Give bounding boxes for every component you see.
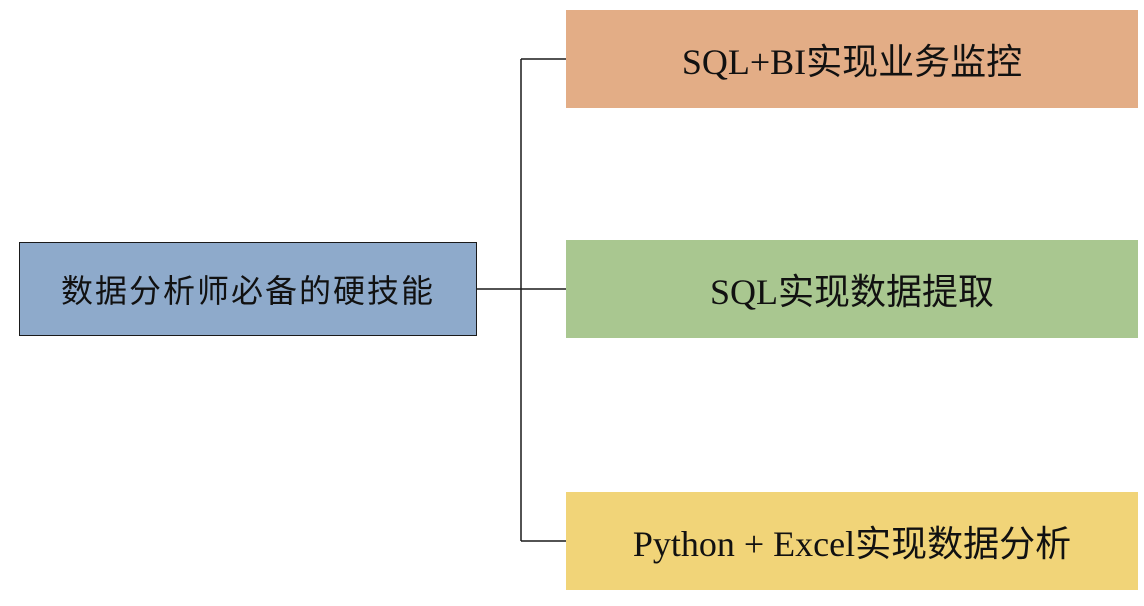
mindmap-canvas: 数据分析师必备的硬技能 SQL+BI实现业务监控 SQL实现数据提取 Pytho… — [0, 0, 1144, 606]
child-node-data-extraction: SQL实现数据提取 — [566, 240, 1138, 338]
child-node-data-analysis: Python + Excel实现数据分析 — [566, 492, 1138, 590]
root-node: 数据分析师必备的硬技能 — [19, 242, 477, 336]
child-node-bi-monitoring: SQL+BI实现业务监控 — [566, 10, 1138, 108]
